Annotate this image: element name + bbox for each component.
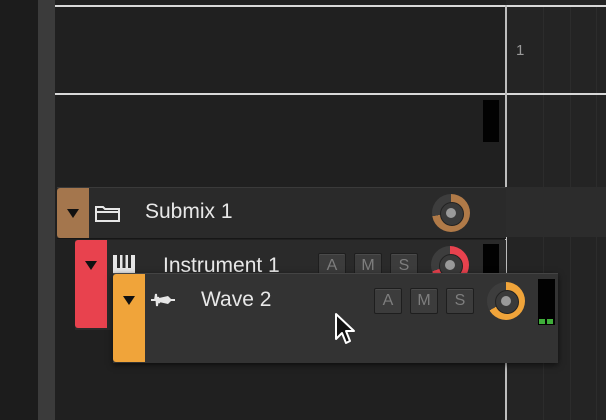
level-meter — [483, 100, 499, 142]
left-panel-border — [38, 0, 55, 420]
ruler-top-line — [55, 5, 606, 7]
meter-level-right — [547, 319, 553, 324]
pan-knob[interactable] — [432, 194, 470, 232]
track-color-strip[interactable] — [113, 274, 145, 362]
collapse-triangle-icon[interactable] — [67, 209, 79, 218]
track-name[interactable]: Wave 2 — [201, 288, 271, 312]
mute-button[interactable]: M — [410, 288, 438, 314]
track-name[interactable]: Submix 1 — [145, 200, 233, 224]
pan-knob[interactable] — [487, 282, 525, 320]
collapse-triangle-icon[interactable] — [123, 296, 135, 305]
track-color-strip[interactable] — [75, 240, 107, 328]
track-lane — [506, 187, 606, 237]
ruler-bottom-line — [55, 93, 606, 95]
waveform-icon — [151, 293, 175, 307]
solo-button[interactable]: S — [446, 288, 474, 314]
ruler-bar-number: 1 — [516, 42, 525, 59]
collapse-triangle-icon[interactable] — [85, 261, 97, 270]
left-panel — [0, 0, 38, 420]
cursor-arrow-icon — [335, 313, 355, 344]
arm-button[interactable]: A — [374, 288, 402, 314]
track-submix[interactable]: Submix 1 — [57, 187, 506, 239]
meter-level-left — [539, 319, 545, 324]
folder-icon — [95, 206, 120, 222]
